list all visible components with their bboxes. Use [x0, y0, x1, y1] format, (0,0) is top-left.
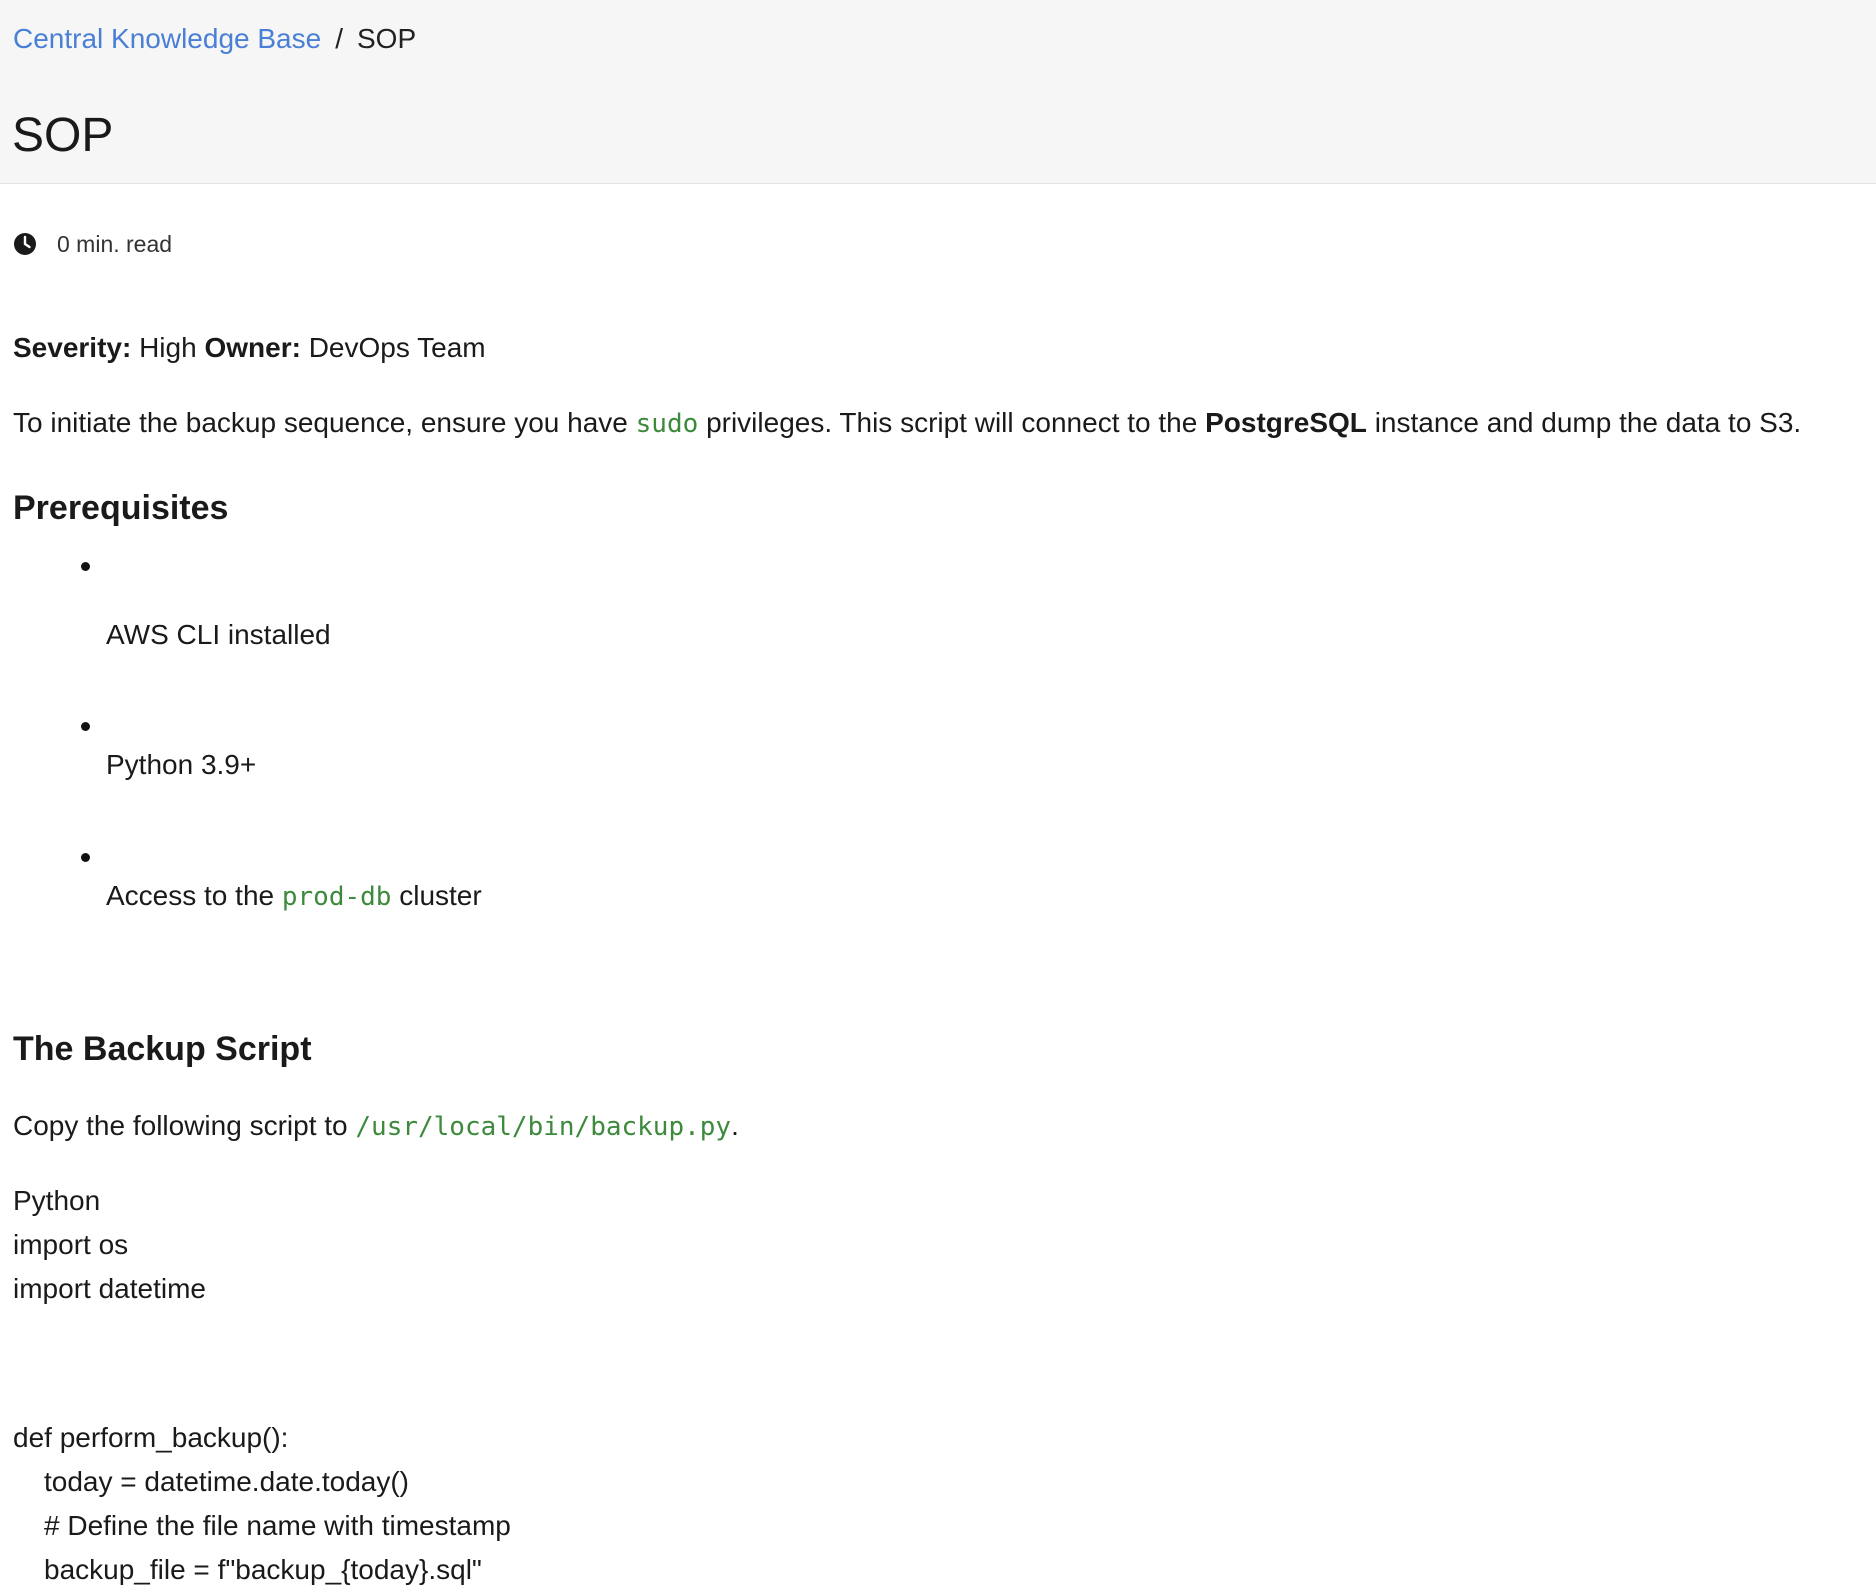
severity-label: Severity: [13, 332, 132, 363]
intro-text-3: instance and dump the data to S3. [1374, 407, 1802, 438]
backup-script-heading: The Backup Script [13, 1030, 312, 1068]
code-line: import os [13, 1229, 129, 1260]
intro-paragraph: To initiate the backup sequence, ensure … [13, 405, 1801, 442]
list-item: AWS CLI installed [106, 619, 331, 650]
breadcrumb: Central Knowledge Base / SOP [13, 20, 416, 58]
code-line: import datetime [13, 1273, 206, 1304]
code-language-label: Python [13, 1185, 101, 1216]
bullet-dot [81, 853, 90, 862]
code-line: def perform_backup(): [13, 1422, 289, 1453]
code-line: backup_file = f"backup_{today}.sql" [44, 1554, 482, 1585]
severity-value: High [139, 332, 197, 363]
inline-code-sudo: sudo [635, 409, 699, 439]
read-time: 0 min. read [13, 228, 172, 260]
owner-label: Owner: [204, 332, 301, 363]
meta-line: Severity: High Owner: DevOps Team [13, 330, 486, 366]
list-item: Access to the prod-db cluster [106, 878, 482, 915]
owner-value: DevOps Team [308, 332, 486, 363]
list-item-text: Access to the [106, 880, 275, 911]
intro-text-2: privileges. This script will connect to … [706, 407, 1198, 438]
code-line: # Define the file name with timestamp [44, 1510, 511, 1541]
copy-text: Copy the following script to [13, 1110, 348, 1141]
breadcrumb-current: SOP [356, 23, 417, 54]
copy-instruction: Copy the following script to /usr/local/… [13, 1108, 739, 1145]
clock-icon [14, 233, 36, 255]
list-item: Python 3.9+ [106, 749, 257, 780]
inline-code-path: /usr/local/bin/backup.py [355, 1112, 732, 1142]
code-line: today = datetime.date.today() [44, 1466, 409, 1497]
list-item-text: cluster [399, 880, 482, 911]
inline-code-prod-db: prod-db [281, 882, 392, 912]
bullet-dot [81, 722, 90, 731]
breadcrumb-separator: / [335, 23, 343, 54]
period: . [731, 1110, 739, 1141]
bullet-dot [81, 562, 90, 571]
prerequisites-heading: Prerequisites [13, 489, 229, 527]
read-time-label: 0 min. read [57, 230, 173, 257]
intro-text-1: To initiate the backup sequence, ensure … [13, 407, 628, 438]
page-title: SOP [12, 109, 114, 162]
intro-bold-postgresql: PostgreSQL [1205, 407, 1367, 438]
breadcrumb-link-knowledge-base[interactable]: Central Knowledge Base [13, 23, 321, 54]
page-header: Central Knowledge Base / SOP SOP [0, 0, 1876, 184]
